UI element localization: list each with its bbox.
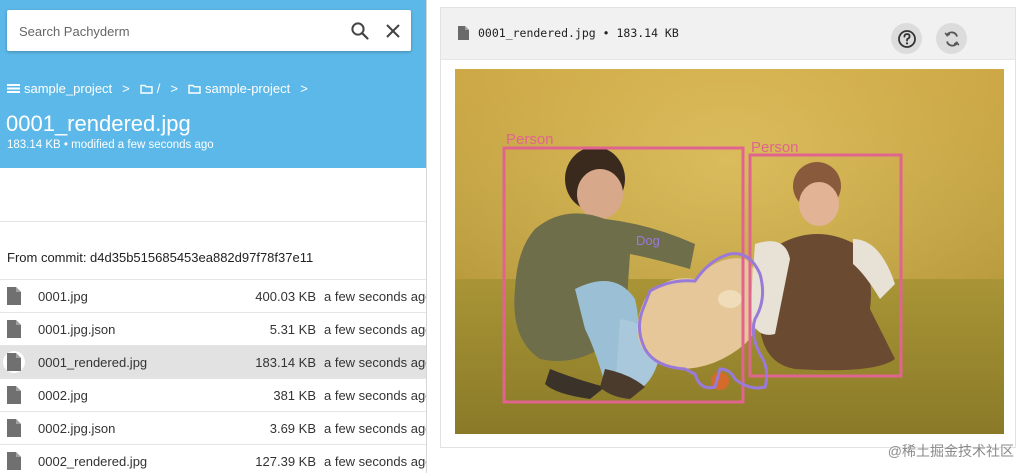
preview-title: 0001_rendered.jpg • 183.14 KB xyxy=(478,26,679,40)
file-meta: 183.14 KB • modified a few seconds ago xyxy=(7,139,214,151)
table-row-selected[interactable]: 0001_rendered.jpg 183.14 KB a few second… xyxy=(0,345,426,378)
file-icon xyxy=(7,419,21,437)
search-bar xyxy=(7,10,411,51)
file-icon xyxy=(458,26,469,40)
search-icon[interactable] xyxy=(350,21,370,41)
commit-info: From commit: d4d35b515685453ea882d97f78f… xyxy=(7,250,314,265)
preview-panel: 0001_rendered.jpg • 183.14 KB Person Per… xyxy=(427,0,1024,473)
rendered-image: Person Person Dog xyxy=(455,69,1004,434)
file-size: 3.69 KB xyxy=(269,421,316,436)
file-name: 0001.jpg xyxy=(38,289,88,304)
file-modified: a few seconds ago xyxy=(324,421,426,436)
file-size: 127.39 KB xyxy=(255,454,316,469)
file-size: 381 KB xyxy=(273,388,316,403)
dog-label: Dog xyxy=(636,233,660,248)
file-name: 0001_rendered.jpg xyxy=(38,355,148,370)
breadcrumb: sample_project > / > sample-project > xyxy=(7,79,318,97)
blank-strip xyxy=(0,168,426,222)
folder-icon xyxy=(188,84,201,94)
file-header: sample_project > / > sample-project > xyxy=(0,0,426,168)
file-name: 0002.jpg xyxy=(38,388,88,403)
table-row[interactable]: 0001.jpg 400.03 KB a few seconds ago xyxy=(0,279,426,312)
refresh-button[interactable] xyxy=(936,23,967,54)
breadcrumb-separator: > xyxy=(122,80,130,96)
watermark: @稀土掘金技术社区 xyxy=(887,443,1014,459)
help-icon xyxy=(897,29,916,48)
list-icon xyxy=(7,83,20,93)
person-label: Person xyxy=(506,131,554,148)
file-icon xyxy=(7,452,21,470)
preview-header: 0001_rendered.jpg • 183.14 KB xyxy=(441,8,1015,60)
file-name: 0001.jpg.json xyxy=(38,322,116,337)
file-modified: a few seconds ago xyxy=(324,454,426,469)
search-input[interactable] xyxy=(19,20,319,42)
breadcrumb-repo[interactable]: sample_project xyxy=(7,81,112,96)
app-root: sample_project > / > sample-project > xyxy=(0,0,1024,473)
file-list: 0001.jpg 400.03 KB a few seconds ago 000… xyxy=(0,279,426,473)
breadcrumb-folder-label: sample-project xyxy=(204,80,291,96)
person-label: Person xyxy=(751,139,799,156)
page-title: 0001_rendered.jpg xyxy=(6,111,191,136)
table-row[interactable]: 0002.jpg 381 KB a few seconds ago xyxy=(0,378,426,411)
breadcrumb-separator: > xyxy=(300,80,308,96)
file-modified: a few seconds ago xyxy=(324,388,426,403)
breadcrumb-root-label: / xyxy=(156,80,161,96)
rendered-image-canvas: Person Person Dog xyxy=(455,69,1004,434)
close-icon[interactable] xyxy=(384,22,402,40)
file-icon xyxy=(7,320,21,338)
file-modified: a few seconds ago xyxy=(324,289,426,304)
file-modified: a few seconds ago xyxy=(324,322,426,337)
file-size: 183.14 KB xyxy=(255,355,316,370)
file-name: 0002.jpg.json xyxy=(38,421,116,436)
preview-card: 0001_rendered.jpg • 183.14 KB Person Per… xyxy=(440,7,1016,448)
table-row[interactable]: 0002_rendered.jpg 127.39 KB a few second… xyxy=(0,444,426,473)
file-size: 5.31 KB xyxy=(269,322,316,337)
table-row[interactable]: 0002.jpg.json 3.69 KB a few seconds ago xyxy=(0,411,426,444)
table-row[interactable]: 0001.jpg.json 5.31 KB a few seconds ago xyxy=(0,312,426,345)
file-modified: a few seconds ago xyxy=(324,355,426,370)
file-icon xyxy=(7,287,21,305)
file-browser-panel: sample_project > / > sample-project > xyxy=(0,0,426,473)
file-name: 0002_rendered.jpg xyxy=(38,454,148,469)
folder-icon xyxy=(140,84,153,94)
breadcrumb-folder[interactable]: sample-project xyxy=(188,81,290,96)
file-icon xyxy=(7,386,21,404)
file-size: 400.03 KB xyxy=(255,289,316,304)
breadcrumb-root[interactable]: / xyxy=(140,80,161,96)
help-button[interactable] xyxy=(891,23,922,54)
breadcrumb-separator: > xyxy=(170,80,178,96)
file-icon xyxy=(7,353,21,371)
breadcrumb-repo-label: sample_project xyxy=(24,80,113,96)
refresh-icon xyxy=(944,31,959,46)
